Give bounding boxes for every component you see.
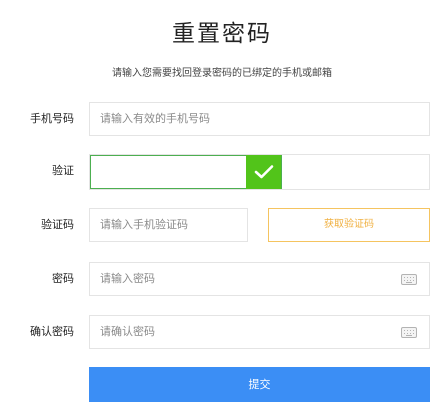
sms-code-input[interactable]: 请输入手机验证码 xyxy=(89,208,248,242)
confirm-password-placeholder: 请确认密码 xyxy=(100,325,155,338)
verify-slider-handle[interactable] xyxy=(246,155,281,189)
verify-slider[interactable] xyxy=(89,154,430,190)
keyboard-icon[interactable] xyxy=(401,327,417,338)
verify-label: 验证 xyxy=(52,164,74,177)
page-title: 重置密码 xyxy=(172,21,272,47)
get-code-button[interactable]: 获取验证码 xyxy=(268,208,430,242)
checkmark-icon xyxy=(254,165,273,179)
password-input[interactable]: 请输入密码 xyxy=(89,262,430,296)
sms-code-placeholder: 请输入手机验证码 xyxy=(100,218,188,231)
confirm-password-input[interactable]: 请确认密码 xyxy=(89,315,430,349)
phone-label: 手机号码 xyxy=(30,112,74,125)
phone-input[interactable]: 请输入有效的手机号码 xyxy=(89,102,430,136)
page-subtitle: 请输入您需要找回登录密码的已绑定的手机或邮箱 xyxy=(112,68,332,79)
password-placeholder: 请输入密码 xyxy=(100,272,155,285)
phone-input-placeholder: 请输入有效的手机号码 xyxy=(100,112,210,125)
password-label: 密码 xyxy=(52,272,74,285)
submit-button[interactable]: 提交 xyxy=(89,367,430,402)
sms-code-label: 验证码 xyxy=(41,218,74,231)
confirm-password-label: 确认密码 xyxy=(30,325,74,338)
keyboard-icon[interactable] xyxy=(401,274,417,285)
